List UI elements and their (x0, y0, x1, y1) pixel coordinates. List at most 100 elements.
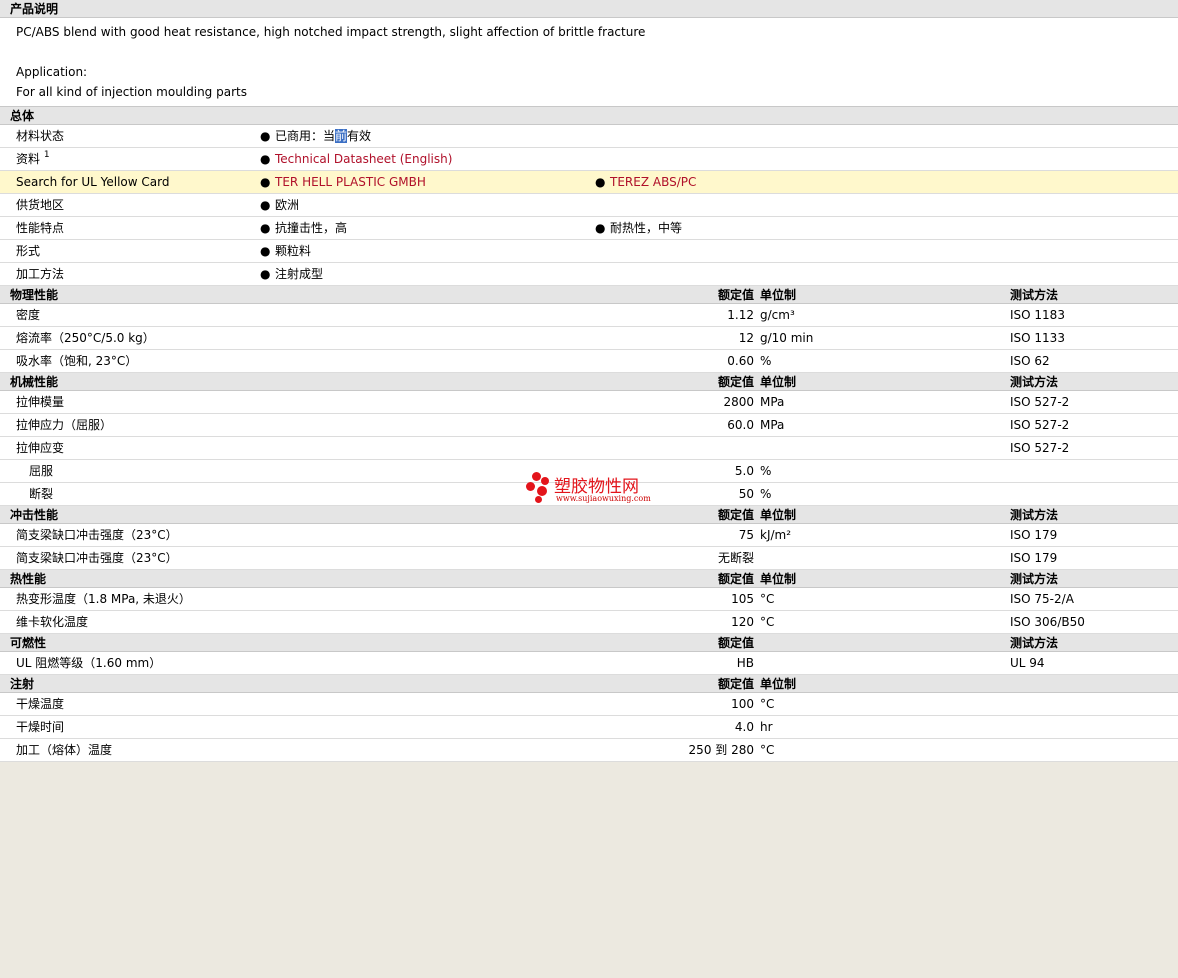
selected-text[interactable]: 前 (335, 129, 348, 143)
row-label: 吸水率（饱和, 23°C） (16, 354, 138, 368)
section-header-mechanical: 机械性能 额定值 单位制 测试方法 (0, 373, 1178, 391)
section-header-description: 产品说明 (0, 0, 1178, 18)
table-row: 干燥时间 4.0 hr (0, 716, 1178, 739)
header-test: 测试方法 (1010, 508, 1059, 522)
general-row-form: 形式 ● 颗粒料 (0, 240, 1178, 263)
bullet-icon: ● (260, 221, 271, 235)
row-unit: MPa (760, 418, 785, 432)
row-label: 屈服 (29, 464, 54, 478)
header-test: 测试方法 (1010, 636, 1059, 650)
row-label: 拉伸模量 (16, 395, 65, 409)
section-header-thermal: 热性能 额定值 单位制 测试方法 (0, 570, 1178, 588)
header-unit: 单位制 (760, 572, 797, 586)
watermark-url: www.sujiaowuxing.com (556, 494, 651, 503)
bullet-icon: ● (260, 244, 271, 258)
general-row-region: 供货地区 ● 欧洲 (0, 194, 1178, 217)
row-test: ISO 1183 (1010, 308, 1065, 322)
header-test: 测试方法 (1010, 288, 1059, 302)
row-label: 性能特点 (16, 221, 65, 235)
row-value: 75 (738, 528, 754, 542)
bullet-icon: ● (260, 129, 271, 143)
row-unit: kJ/m² (760, 528, 792, 542)
general-row-datasheet: 资料 1 ● Technical Datasheet (English) (0, 148, 1178, 171)
row-label: UL 阻燃等级（1.60 mm） (16, 656, 162, 670)
header-value: 额定值 (717, 288, 754, 302)
row-value: 250 到 280 (688, 743, 754, 757)
row-unit: hr (760, 720, 773, 734)
row-label: 材料状态 (16, 129, 65, 143)
table-row: 干燥温度 100 °C (0, 693, 1178, 716)
row-unit: % (760, 354, 772, 368)
table-row: 密度 1.12 g/cm³ ISO 1183 (0, 304, 1178, 327)
bullet-icon: ● (260, 267, 271, 281)
row-value: HB (736, 656, 754, 670)
row-unit: % (760, 487, 772, 501)
table-row: 热变形温度（1.8 MPa, 未退火） 105 °C ISO 75-2/A (0, 588, 1178, 611)
row-label: 拉伸应变 (16, 441, 65, 455)
section-title: 冲击性能 (10, 508, 59, 522)
application-label: Application: (16, 65, 88, 79)
row-test: ISO 306/B50 (1010, 615, 1085, 629)
row-unit: MPa (760, 395, 785, 409)
row-value: 2800 (723, 395, 754, 409)
row-label: 资料 1 (16, 150, 50, 167)
row-value: 60.0 (727, 418, 754, 432)
row-value: 120 (731, 615, 754, 629)
header-value: 额定值 (717, 375, 754, 389)
row-unit: °C (760, 697, 775, 711)
table-row: 拉伸应变 ISO 527-2 (0, 437, 1178, 460)
row-test: ISO 1133 (1010, 331, 1065, 345)
table-row: 熔流率（250°C/5.0 kg） 12 g/10 min ISO 1133 (0, 327, 1178, 350)
row-test: ISO 179 (1010, 551, 1058, 565)
header-value: 额定值 (717, 677, 754, 691)
general-row-processing: 加工方法 ● 注射成型 (0, 263, 1178, 286)
section-header-general: 总体 (0, 107, 1178, 125)
row-value: 105 (731, 592, 754, 606)
terez-abs-pc-link[interactable]: TEREZ ABS/PC (610, 175, 696, 189)
row-label: 熔流率（250°C/5.0 kg） (16, 331, 155, 345)
row-value: 1.12 (727, 308, 754, 322)
table-row: 简支梁缺口冲击强度（23°C） 75 kJ/m² ISO 179 (0, 524, 1178, 547)
application-text: For all kind of injection moulding parts (16, 85, 247, 99)
header-value: 额定值 (717, 636, 754, 650)
bullet-icon: ● (260, 152, 271, 166)
row-label: 供货地区 (16, 198, 65, 212)
table-row: 拉伸应力（屈服） 60.0 MPa ISO 527-2 (0, 414, 1178, 437)
header-value: 额定值 (717, 508, 754, 522)
row-value: 4.0 (734, 720, 754, 734)
row-unit: g/cm³ (760, 308, 795, 322)
row-value: 0.60 (727, 354, 754, 368)
section-title: 热性能 (10, 572, 47, 586)
row-label: 密度 (16, 308, 41, 322)
row-label: 干燥温度 (16, 697, 65, 711)
header-test: 测试方法 (1010, 572, 1059, 586)
section-title: 注射 (10, 677, 35, 691)
row-value: 100 (731, 697, 754, 711)
section-title: 总体 (10, 109, 35, 123)
row-test: ISO 75-2/A (1010, 592, 1074, 606)
status-value: ● 已商用：当前有效 (260, 125, 371, 148)
section-header-injection: 注射 额定值 单位制 (0, 675, 1178, 693)
ter-hell-link[interactable]: TER HELL PLASTIC GMBH (275, 175, 426, 189)
table-row: UL 阻燃等级（1.60 mm） HB UL 94 (0, 652, 1178, 675)
header-unit: 单位制 (760, 375, 797, 389)
section-title: 物理性能 (10, 288, 59, 302)
header-test: 测试方法 (1010, 375, 1059, 389)
row-label: 维卡软化温度 (16, 615, 89, 629)
row-unit: °C (760, 615, 775, 629)
row-label: 加工方法 (16, 267, 65, 281)
row-unit: °C (760, 592, 775, 606)
logo-dots-icon (526, 472, 550, 504)
row-test: ISO 62 (1010, 354, 1050, 368)
description-text: PC/ABS blend with good heat resistance, … (16, 25, 646, 39)
bullet-icon: ● (595, 175, 606, 189)
row-label: 干燥时间 (16, 720, 65, 734)
technical-datasheet-link[interactable]: Technical Datasheet (English) (275, 152, 452, 166)
datasheet: 产品说明 PC/ABS blend with good heat resista… (0, 0, 1178, 762)
row-unit: °C (760, 743, 775, 757)
header-unit: 单位制 (760, 508, 797, 522)
product-description: PC/ABS blend with good heat resistance, … (0, 18, 1178, 107)
section-title: 可燃性 (10, 636, 47, 650)
row-value: 5.0 (734, 464, 754, 478)
table-row: 简支梁缺口冲击强度（23°C） 无断裂 ISO 179 (0, 547, 1178, 570)
